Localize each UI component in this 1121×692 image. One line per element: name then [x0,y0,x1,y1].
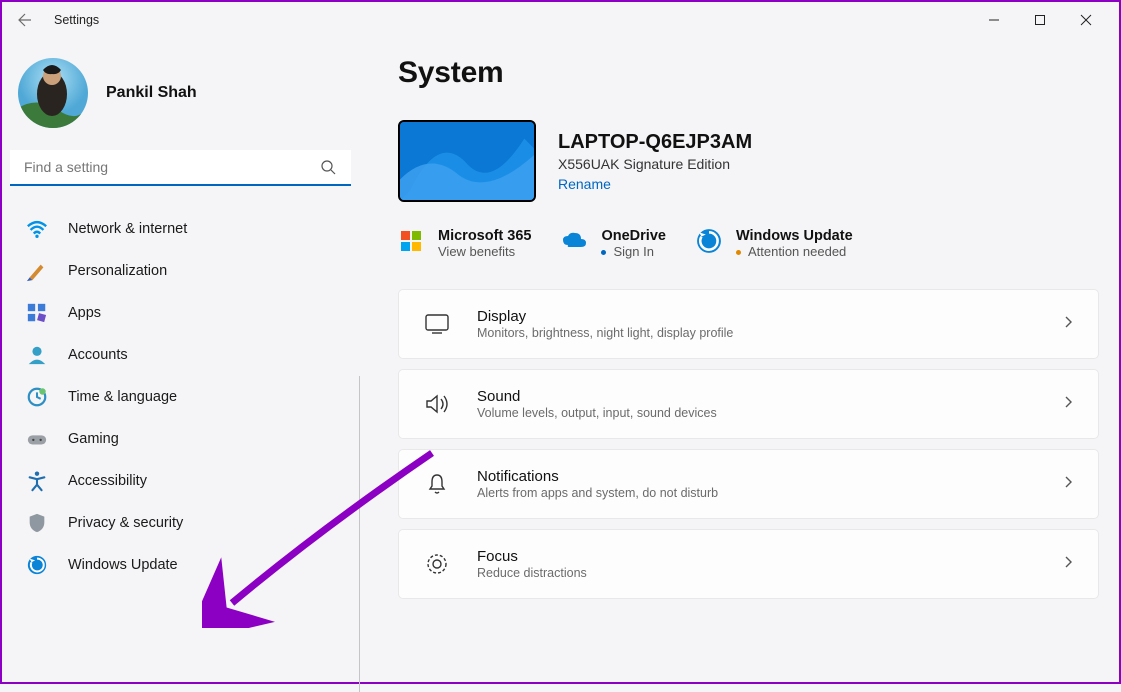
nav-label: Time & language [68,389,177,405]
minimize-button[interactable] [971,5,1017,35]
sidebar-item-time-language[interactable]: Time & language [10,376,356,418]
gamepad-icon [26,428,48,450]
onedrive-icon [561,228,587,254]
person-icon [26,344,48,366]
nav-label: Network & internet [68,221,187,237]
page-title: System [398,56,1099,90]
promo-ms365[interactable]: Microsoft 365View benefits [398,228,531,259]
card-sub: Alerts from apps and system, do not dist… [477,486,1036,500]
sidebar-item-apps[interactable]: Apps [10,292,356,334]
divider [359,376,360,692]
sidebar-item-windows-update[interactable]: Windows Update [10,544,356,586]
nav-label: Accessibility [68,473,147,489]
update-blue-icon [696,228,722,254]
sidebar-item-accessibility[interactable]: Accessibility [10,460,356,502]
main: System LAPTOP-Q6EJP3AM X556UAK Signature… [364,38,1119,686]
promo-title: Windows Update [736,228,853,244]
sidebar-item-privacy-security[interactable]: Privacy & security [10,502,356,544]
card-notifications[interactable]: NotificationsAlerts from apps and system… [398,449,1099,519]
promo-sub: View benefits [438,244,531,259]
device-thumbnail [398,120,536,202]
system-list: DisplayMonitors, brightness, night light… [398,289,1099,599]
nav: Network & internet Personalization Apps … [10,208,356,586]
card-sound[interactable]: SoundVolume levels, output, input, sound… [398,369,1099,439]
search-icon [320,159,336,175]
wifi-icon [26,218,48,240]
nav-label: Accounts [68,347,128,363]
sound-icon [423,390,451,418]
sidebar-item-accounts[interactable]: Accounts [10,334,356,376]
search-input[interactable] [10,150,351,186]
promo-onedrive[interactable]: OneDriveSign In [561,228,665,259]
sidebar-item-gaming[interactable]: Gaming [10,418,356,460]
sidebar: Pankil Shah Network & internet Personali… [2,38,364,686]
nav-label: Windows Update [68,557,178,573]
user-name: Pankil Shah [106,84,197,102]
nav-label: Personalization [68,263,167,279]
card-title: Focus [477,548,1036,565]
chevron-right-icon [1062,315,1074,334]
bell-icon [423,470,451,498]
promo-title: OneDrive [601,228,665,244]
promo-sub: Sign In [601,244,665,259]
close-button[interactable] [1063,5,1109,35]
titlebar: Settings [2,2,1119,38]
promo-sub: Attention needed [736,244,853,259]
card-title: Display [477,308,1036,325]
window-title: Settings [54,13,99,27]
nav-label: Apps [68,305,101,321]
profile[interactable]: Pankil Shah [10,38,356,150]
maximize-button[interactable] [1017,5,1063,35]
focus-icon [423,550,451,578]
promo-row: Microsoft 365View benefits OneDriveSign … [398,228,1099,259]
chevron-right-icon [1062,395,1074,414]
sidebar-item-personalization[interactable]: Personalization [10,250,356,292]
nav-label: Privacy & security [68,515,183,531]
card-title: Notifications [477,468,1036,485]
chevron-right-icon [1062,475,1074,494]
status-bullet [736,250,741,255]
card-sub: Reduce distractions [477,566,1036,580]
device-model: X556UAK Signature Edition [558,156,752,172]
update-icon [26,554,48,576]
device-summary: LAPTOP-Q6EJP3AM X556UAK Signature Editio… [398,120,1099,202]
card-display[interactable]: DisplayMonitors, brightness, night light… [398,289,1099,359]
clock-icon [26,386,48,408]
accessibility-icon [26,470,48,492]
card-focus[interactable]: FocusReduce distractions [398,529,1099,599]
card-sub: Volume levels, output, input, sound devi… [477,406,1036,420]
status-bullet [601,250,606,255]
avatar [18,58,88,128]
device-name: LAPTOP-Q6EJP3AM [558,131,752,154]
nav-label: Gaming [68,431,119,447]
apps-icon [26,302,48,324]
card-sub: Monitors, brightness, night light, displ… [477,326,1036,340]
brush-icon [26,260,48,282]
back-button[interactable] [12,8,36,32]
ms365-icon [398,228,424,254]
chevron-right-icon [1062,555,1074,574]
display-icon [423,310,451,338]
shield-icon [26,512,48,534]
promo-title: Microsoft 365 [438,228,531,244]
promo-windows-update[interactable]: Windows UpdateAttention needed [696,228,853,259]
sidebar-item-network[interactable]: Network & internet [10,208,356,250]
card-title: Sound [477,388,1036,405]
rename-link[interactable]: Rename [558,176,752,192]
